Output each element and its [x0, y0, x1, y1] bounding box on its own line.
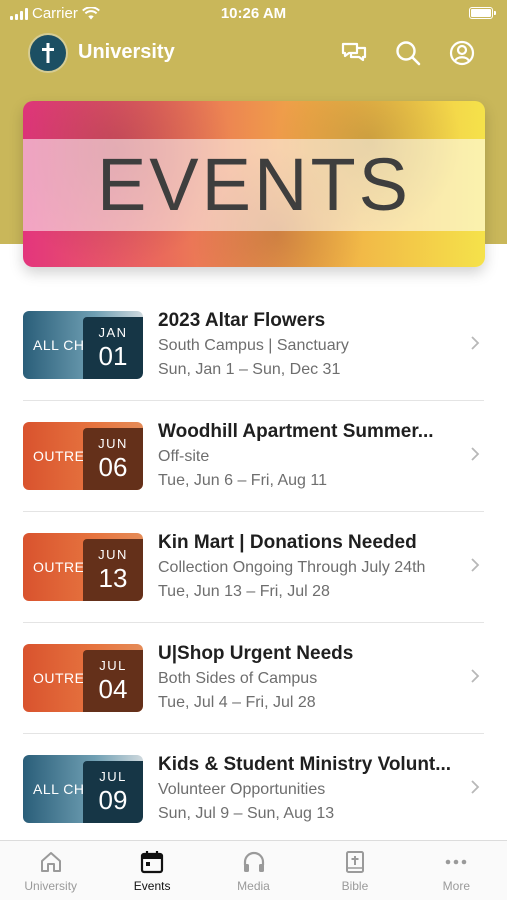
event-location: Off-site	[158, 448, 210, 465]
event-dates: Sun, Jan 1 – Sun, Dec 31	[158, 361, 341, 378]
chevron-right-icon	[471, 336, 480, 350]
event-date-badge: JAN 01	[83, 317, 143, 379]
banner-title: EVENTS	[96, 143, 412, 226]
tab-label: Bible	[341, 879, 369, 893]
tab-university[interactable]: University	[0, 841, 101, 900]
tab-label: Events	[133, 879, 171, 893]
tab-label: More	[442, 879, 470, 893]
event-row[interactable]: OUTREACH JUL 04 U|Shop Urgent Needs Both…	[0, 623, 507, 734]
tab-more[interactable]: More	[406, 841, 507, 900]
event-info: Kin Mart | Donations Needed Collection O…	[158, 532, 468, 602]
event-day: 01	[98, 341, 128, 371]
more-icon	[446, 859, 467, 865]
chevron-right-icon	[471, 669, 480, 683]
event-day: 13	[98, 563, 128, 593]
bible-icon	[345, 851, 364, 873]
event-day: 04	[98, 674, 128, 704]
profile-button[interactable]	[447, 38, 477, 68]
event-dates: Tue, Jun 13 – Fri, Jul 28	[158, 583, 330, 600]
event-location: Both Sides of Campus	[158, 670, 318, 687]
event-row[interactable]: ALL CHURCH JUL 09 Kids & Student Ministr…	[0, 734, 507, 845]
event-row[interactable]: OUTREACH JUN 13 Kin Mart | Donations Nee…	[0, 512, 507, 623]
event-date-badge: JUN 06	[83, 428, 143, 490]
event-month: JAN	[98, 325, 128, 340]
event-list: ALL CHURCH JAN 01 2023 Altar Flowers Sou…	[0, 290, 507, 845]
tab-bible[interactable]: Bible	[304, 841, 405, 900]
account-icon	[449, 40, 475, 66]
event-location: Collection Ongoing Through July 24th	[158, 559, 426, 576]
event-date-badge: JUL 09	[83, 761, 143, 823]
headphones-icon	[243, 851, 264, 872]
event-dates: Tue, Jun 6 – Fri, Aug 11	[158, 472, 327, 489]
search-icon	[396, 41, 421, 66]
event-thumbnail: ALL CHURCH JAN 01	[23, 311, 143, 379]
app-bar-actions	[339, 38, 477, 68]
event-row[interactable]: OUTREACH JUN 06 Woodhill Apartment Summe…	[0, 401, 507, 512]
app-title: University	[78, 41, 175, 63]
app-bar: University	[0, 30, 507, 76]
chevron-right-icon	[471, 780, 480, 794]
tab-label: Media	[237, 879, 270, 893]
tab-bar: University Events Media Bible More	[0, 840, 507, 900]
event-info: U|Shop Urgent Needs Both Sides of Campus…	[158, 643, 468, 713]
search-button[interactable]	[393, 38, 423, 68]
calendar-icon	[141, 851, 164, 874]
event-location: Volunteer Opportunities	[158, 781, 326, 798]
event-title: Woodhill Apartment Summer...	[158, 421, 434, 442]
battery-icon	[469, 7, 496, 19]
event-thumbnail: ALL CHURCH JUL 09	[23, 755, 143, 823]
tab-label: University	[24, 879, 78, 893]
event-title: U|Shop Urgent Needs	[158, 643, 354, 664]
chat-icon	[341, 42, 367, 62]
event-title: Kids & Student Ministry Volunt...	[158, 754, 452, 775]
event-month: JUN	[98, 547, 128, 562]
event-thumbnail: OUTREACH JUN 13	[23, 533, 143, 601]
event-day: 06	[98, 452, 128, 482]
chevron-right-icon	[471, 447, 480, 461]
event-info: Kids & Student Ministry Volunt... Volunt…	[158, 754, 468, 824]
messages-button[interactable]	[339, 38, 369, 68]
event-location: South Campus | Sanctuary	[158, 337, 349, 354]
church-logo[interactable]	[28, 33, 68, 73]
event-date-badge: JUL 04	[83, 650, 143, 712]
event-thumbnail: OUTREACH JUN 06	[23, 422, 143, 490]
chevron-right-icon	[471, 558, 480, 572]
tab-events[interactable]: Events	[101, 841, 202, 900]
events-banner: EVENTS	[23, 101, 485, 267]
status-time: 10:26 AM	[220, 5, 287, 22]
event-month: JUN	[98, 436, 128, 451]
event-info: Woodhill Apartment Summer... Off-site Tu…	[158, 421, 468, 491]
event-dates: Sun, Jul 9 – Sun, Aug 13	[158, 805, 335, 822]
event-title: 2023 Altar Flowers	[158, 310, 326, 331]
event-title: Kin Mart | Donations Needed	[158, 532, 417, 553]
event-date-badge: JUN 13	[83, 539, 143, 601]
event-day: 09	[98, 785, 128, 815]
event-row[interactable]: ALL CHURCH JAN 01 2023 Altar Flowers Sou…	[0, 290, 507, 401]
event-thumbnail: OUTREACH JUL 04	[23, 644, 143, 712]
event-info: 2023 Altar Flowers South Campus | Sanctu…	[158, 310, 468, 380]
event-dates: Tue, Jul 4 – Fri, Jul 28	[158, 694, 316, 711]
status-bar: Carrier 10:26 AM	[0, 0, 507, 28]
home-icon	[40, 852, 61, 872]
event-month: JUL	[99, 769, 127, 784]
cross-icon	[42, 43, 54, 63]
tab-media[interactable]: Media	[203, 841, 304, 900]
event-month: JUL	[99, 658, 127, 673]
